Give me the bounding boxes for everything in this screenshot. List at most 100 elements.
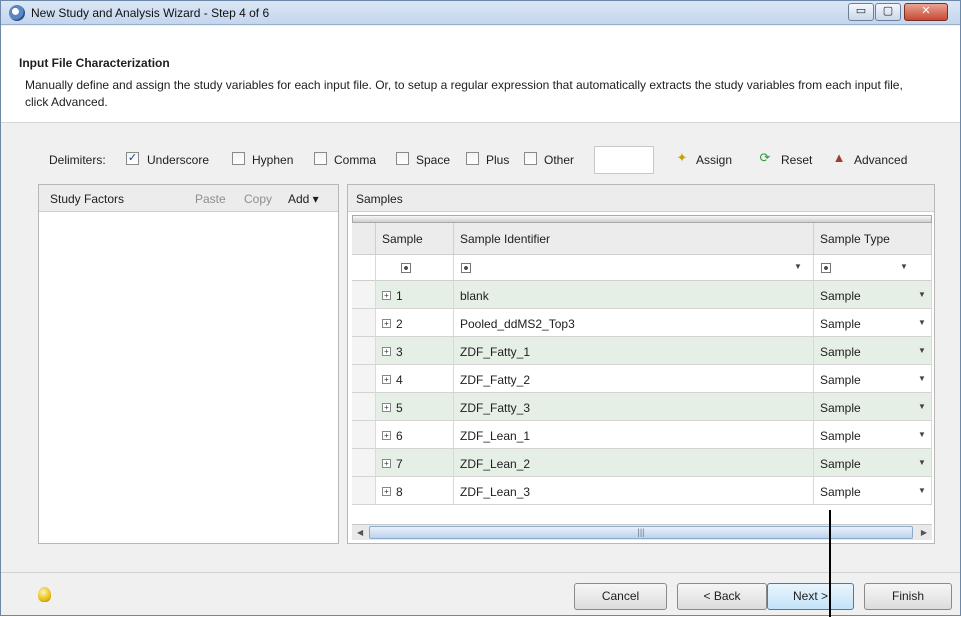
horizontal-scrollbar[interactable]: ◀ ||| ▶ (352, 524, 932, 540)
space-checkbox[interactable] (396, 152, 409, 165)
sample-type-cell[interactable]: Sample ▼ (814, 449, 932, 477)
row-indicator (352, 365, 376, 393)
scroll-left-icon[interactable]: ◀ (357, 528, 363, 537)
sample-type-cell[interactable]: Sample ▼ (814, 309, 932, 337)
sample-number-cell[interactable]: + 4 (376, 365, 454, 393)
study-factors-header: Study Factors Paste Copy Add ▾ (39, 185, 338, 212)
sample-number-cell[interactable]: + 7 (376, 449, 454, 477)
page-description: Manually define and assign the study var… (25, 78, 903, 109)
paste-button[interactable]: Paste (195, 192, 226, 206)
sample-identifier-filter[interactable]: ▼ (454, 255, 814, 281)
grid-header-row: Sample Sample Identifier Sample Type (352, 223, 932, 255)
expand-icon[interactable]: + (382, 375, 391, 384)
sample-identifier-cell[interactable]: ZDF_Lean_1 (454, 421, 814, 449)
sample-type-cell[interactable]: Sample ▼ (814, 337, 932, 365)
study-factors-panel: Study Factors Paste Copy Add ▾ (38, 184, 339, 544)
underscore-checkbox[interactable]: ✓ (126, 152, 139, 165)
expand-icon[interactable]: + (382, 291, 391, 300)
reset-icon: ⟳ (759, 150, 771, 165)
minimize-button[interactable]: ▭ (848, 3, 874, 21)
advanced-button[interactable]: Advanced (854, 153, 907, 167)
sample-type-cell[interactable]: Sample ▼ (814, 477, 932, 505)
row-indicator (352, 449, 376, 477)
sample-number-cell[interactable]: + 8 (376, 477, 454, 505)
sample-identifier-cell[interactable]: Pooled_ddMS2_Top3 (454, 309, 814, 337)
scrollbar-thumb[interactable]: ||| (369, 526, 913, 539)
study-factors-title: Study Factors (50, 192, 125, 206)
expand-icon[interactable]: + (382, 459, 391, 468)
expand-icon[interactable]: + (382, 319, 391, 328)
assign-button[interactable]: Assign (696, 153, 732, 167)
sample-number-cell[interactable]: + 5 (376, 393, 454, 421)
back-button[interactable]: < Back (677, 583, 767, 610)
expand-icon[interactable]: + (382, 347, 391, 356)
sample-identifier-cell[interactable]: ZDF_Lean_2 (454, 449, 814, 477)
table-row[interactable]: + 6 ZDF_Lean_1 Sample ▼ (352, 421, 932, 449)
sample-type-cell[interactable]: Sample ▼ (814, 393, 932, 421)
sample-identifier-cell[interactable]: ZDF_Fatty_2 (454, 365, 814, 393)
chevron-down-icon[interactable]: ▼ (918, 430, 926, 439)
footer-divider (1, 572, 960, 573)
cancel-button[interactable]: Cancel (574, 583, 667, 610)
table-row[interactable]: + 8 ZDF_Lean_3 Sample ▼ (352, 477, 932, 505)
copy-button[interactable]: Copy (244, 192, 272, 206)
table-row[interactable]: + 3 ZDF_Fatty_1 Sample ▼ (352, 337, 932, 365)
next-button[interactable]: Next > (767, 583, 854, 610)
sample-type-value: Sample (820, 289, 861, 303)
sample-number-cell[interactable]: + 2 (376, 309, 454, 337)
table-row[interactable]: + 2 Pooled_ddMS2_Top3 Sample ▼ (352, 309, 932, 337)
maximize-button[interactable]: ▢ (875, 3, 901, 21)
table-row[interactable]: + 7 ZDF_Lean_2 Sample ▼ (352, 449, 932, 477)
sample-type-value: Sample (820, 401, 861, 415)
chevron-down-icon[interactable]: ▼ (918, 374, 926, 383)
sample-filter[interactable] (376, 255, 454, 281)
scroll-right-icon[interactable]: ▶ (921, 528, 927, 537)
sample-identifier-cell[interactable]: ZDF_Lean_3 (454, 477, 814, 505)
filter-icon (401, 263, 411, 273)
table-row[interactable]: + 4 ZDF_Fatty_2 Sample ▼ (352, 365, 932, 393)
reset-button[interactable]: Reset (781, 153, 812, 167)
comma-checkbox[interactable] (314, 152, 327, 165)
assign-icon: ✦ (676, 150, 688, 165)
close-button[interactable]: ✕ (904, 3, 948, 21)
sample-type-cell[interactable]: Sample ▼ (814, 281, 932, 309)
sample-type-value: Sample (820, 429, 861, 443)
chevron-down-icon[interactable]: ▼ (918, 486, 926, 495)
plus-checkbox[interactable] (466, 152, 479, 165)
sample-number-cell[interactable]: + 6 (376, 421, 454, 449)
chevron-down-icon[interactable]: ▼ (794, 262, 802, 271)
lightbulb-icon[interactable] (38, 587, 51, 602)
sample-type-cell[interactable]: Sample ▼ (814, 365, 932, 393)
sample-number-cell[interactable]: + 1 (376, 281, 454, 309)
sample-type-cell[interactable]: Sample ▼ (814, 421, 932, 449)
page-title: Input File Characterization (19, 56, 170, 70)
table-row[interactable]: + 5 ZDF_Fatty_3 Sample ▼ (352, 393, 932, 421)
sample-number-cell[interactable]: + 3 (376, 337, 454, 365)
sample-identifier-cell[interactable]: ZDF_Fatty_1 (454, 337, 814, 365)
chevron-down-icon[interactable]: ▼ (918, 402, 926, 411)
chevron-down-icon[interactable]: ▼ (918, 458, 926, 467)
expand-icon[interactable]: + (382, 403, 391, 412)
filter-icon (821, 263, 831, 273)
finish-button[interactable]: Finish (864, 583, 952, 610)
other-checkbox[interactable] (524, 152, 537, 165)
chevron-down-icon[interactable]: ▼ (918, 290, 926, 299)
hyphen-checkbox[interactable] (232, 152, 245, 165)
row-indicator (352, 421, 376, 449)
row-indicator (352, 309, 376, 337)
expand-icon[interactable]: + (382, 487, 391, 496)
column-header-sample[interactable]: Sample (376, 223, 454, 255)
sample-identifier-cell[interactable]: blank (454, 281, 814, 309)
chevron-down-icon[interactable]: ▼ (918, 318, 926, 327)
sample-type-filter[interactable]: ▼ (814, 255, 932, 281)
column-header-sample-type[interactable]: Sample Type (814, 223, 932, 255)
add-dropdown-button[interactable]: Add ▾ (288, 192, 319, 206)
group-drop-area[interactable] (352, 215, 932, 223)
table-row[interactable]: + 1 blank Sample ▼ (352, 281, 932, 309)
expand-icon[interactable]: + (382, 431, 391, 440)
other-delimiter-input[interactable] (594, 146, 654, 174)
chevron-down-icon[interactable]: ▼ (918, 346, 926, 355)
chevron-down-icon[interactable]: ▼ (900, 262, 908, 271)
column-header-sample-identifier[interactable]: Sample Identifier (454, 223, 814, 255)
sample-identifier-cell[interactable]: ZDF_Fatty_3 (454, 393, 814, 421)
